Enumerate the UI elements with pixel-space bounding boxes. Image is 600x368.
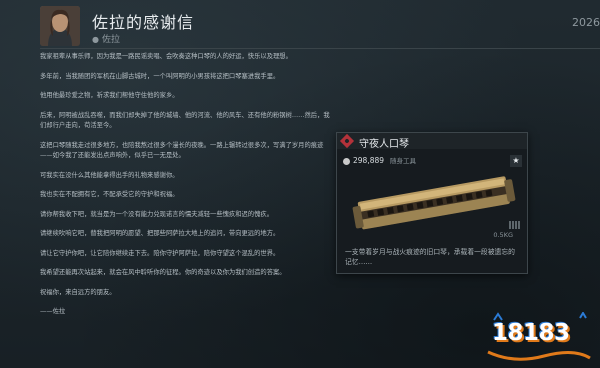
letter-title: 佐拉的感谢信 <box>92 13 195 32</box>
item-type: 随身工具 <box>390 157 417 165</box>
item-description: 一支带着岁月与战火痕迹的旧口琴，承载着一段被遗忘的记忆…… <box>345 248 515 266</box>
sender-line: ● 佐拉 <box>92 32 120 45</box>
header-divider <box>40 48 600 49</box>
item-size-grid-icon <box>509 221 521 229</box>
letter-paragraph: 我希望还能再次站起来，就会在风中聆听你的征程。你的奇迹以及你为我们创造的答案。 <box>40 269 286 276</box>
item-price: 298,889 <box>353 156 385 165</box>
letter-paragraph: 请你帮我收下吧，就当是为一个没有能力兑现诺言的懦夫减轻一些愧疚和迟的愧疚。 <box>40 210 273 218</box>
harmonica-image <box>352 176 516 230</box>
favorite-star-button[interactable]: ★ <box>510 155 522 167</box>
item-name: 守夜人口琴 <box>359 139 409 150</box>
item-rarity-badge-icon <box>339 133 355 149</box>
item-card-header: 守夜人口琴 <box>337 133 527 150</box>
sender-name: 佐拉 <box>101 35 120 45</box>
coin-icon <box>343 157 350 165</box>
star-icon: ★ <box>512 156 520 165</box>
letter-date: 2026 <box>572 16 600 29</box>
letter-paragraph: 他用他最珍爱之物，祈求我们帮他守住他的家乡。 <box>40 92 179 99</box>
item-tooltip-card[interactable]: 守夜人口琴 298,889 随身工具 ★ 0.5KG 一支带着岁月与战火痕迹的旧口… <box>336 132 528 274</box>
letter-header: 佐拉的感谢信 ● 佐拉 2026 <box>40 6 600 46</box>
letter-paragraph: 我也实在不配拥有它，不配承受它的守护和祝福。 <box>40 191 179 198</box>
sender-avatar <box>40 6 80 46</box>
item-stats: 298,889 随身工具 <box>343 155 416 165</box>
letter-paragraph: 我家祖辈从事乐师，因为我是一路民谣卖唱、会吹奏这种口琴的人的好运，快乐以及理想。 <box>40 53 292 60</box>
letter-paragraph: 请让它守护你吧，让它陪你继续走下去。陪你守护阿萨拉，陪你守望这个混乱的世界。 <box>40 249 280 257</box>
letter-paragraph: 可我实在没什么其他能拿得出手的礼物来感谢你。 <box>40 171 179 179</box>
letter-paragraph: 祝福你，来自远方的朋友。 <box>40 288 116 296</box>
item-weight: 0.5KG <box>493 231 513 239</box>
letter-paragraph: 后来，阿明被战乱吞噬，而我们却失掉了他的城墙、他的河流、他的风车、还有他的粉钢树… <box>40 111 330 130</box>
watermark-text: 18183 <box>492 320 570 346</box>
letter-signature: ——佐拉 <box>40 308 66 315</box>
letter-paragraph: 多年前，当我随团的军机在山脚古城时，一个叫阿明的小男孩将这把口琴塞进我手里。 <box>40 72 280 80</box>
letter-body: 我家祖辈从事乐师，因为我是一路民谣卖唱、会吹奏这种口琴的人的好运，快乐以及理想。… <box>40 52 330 327</box>
person-icon: ● <box>92 35 99 44</box>
letter-paragraph: 请继续吹响它吧，替我把阿明的愿望、把那些阿萨拉大地上的追问，带向更远的地方。 <box>40 230 280 237</box>
letter-paragraph: 这把口琴随我走过很多地方，也陪我熬过很多个漫长的夜晚。一路上辗转过很多次，写满了… <box>40 141 324 160</box>
